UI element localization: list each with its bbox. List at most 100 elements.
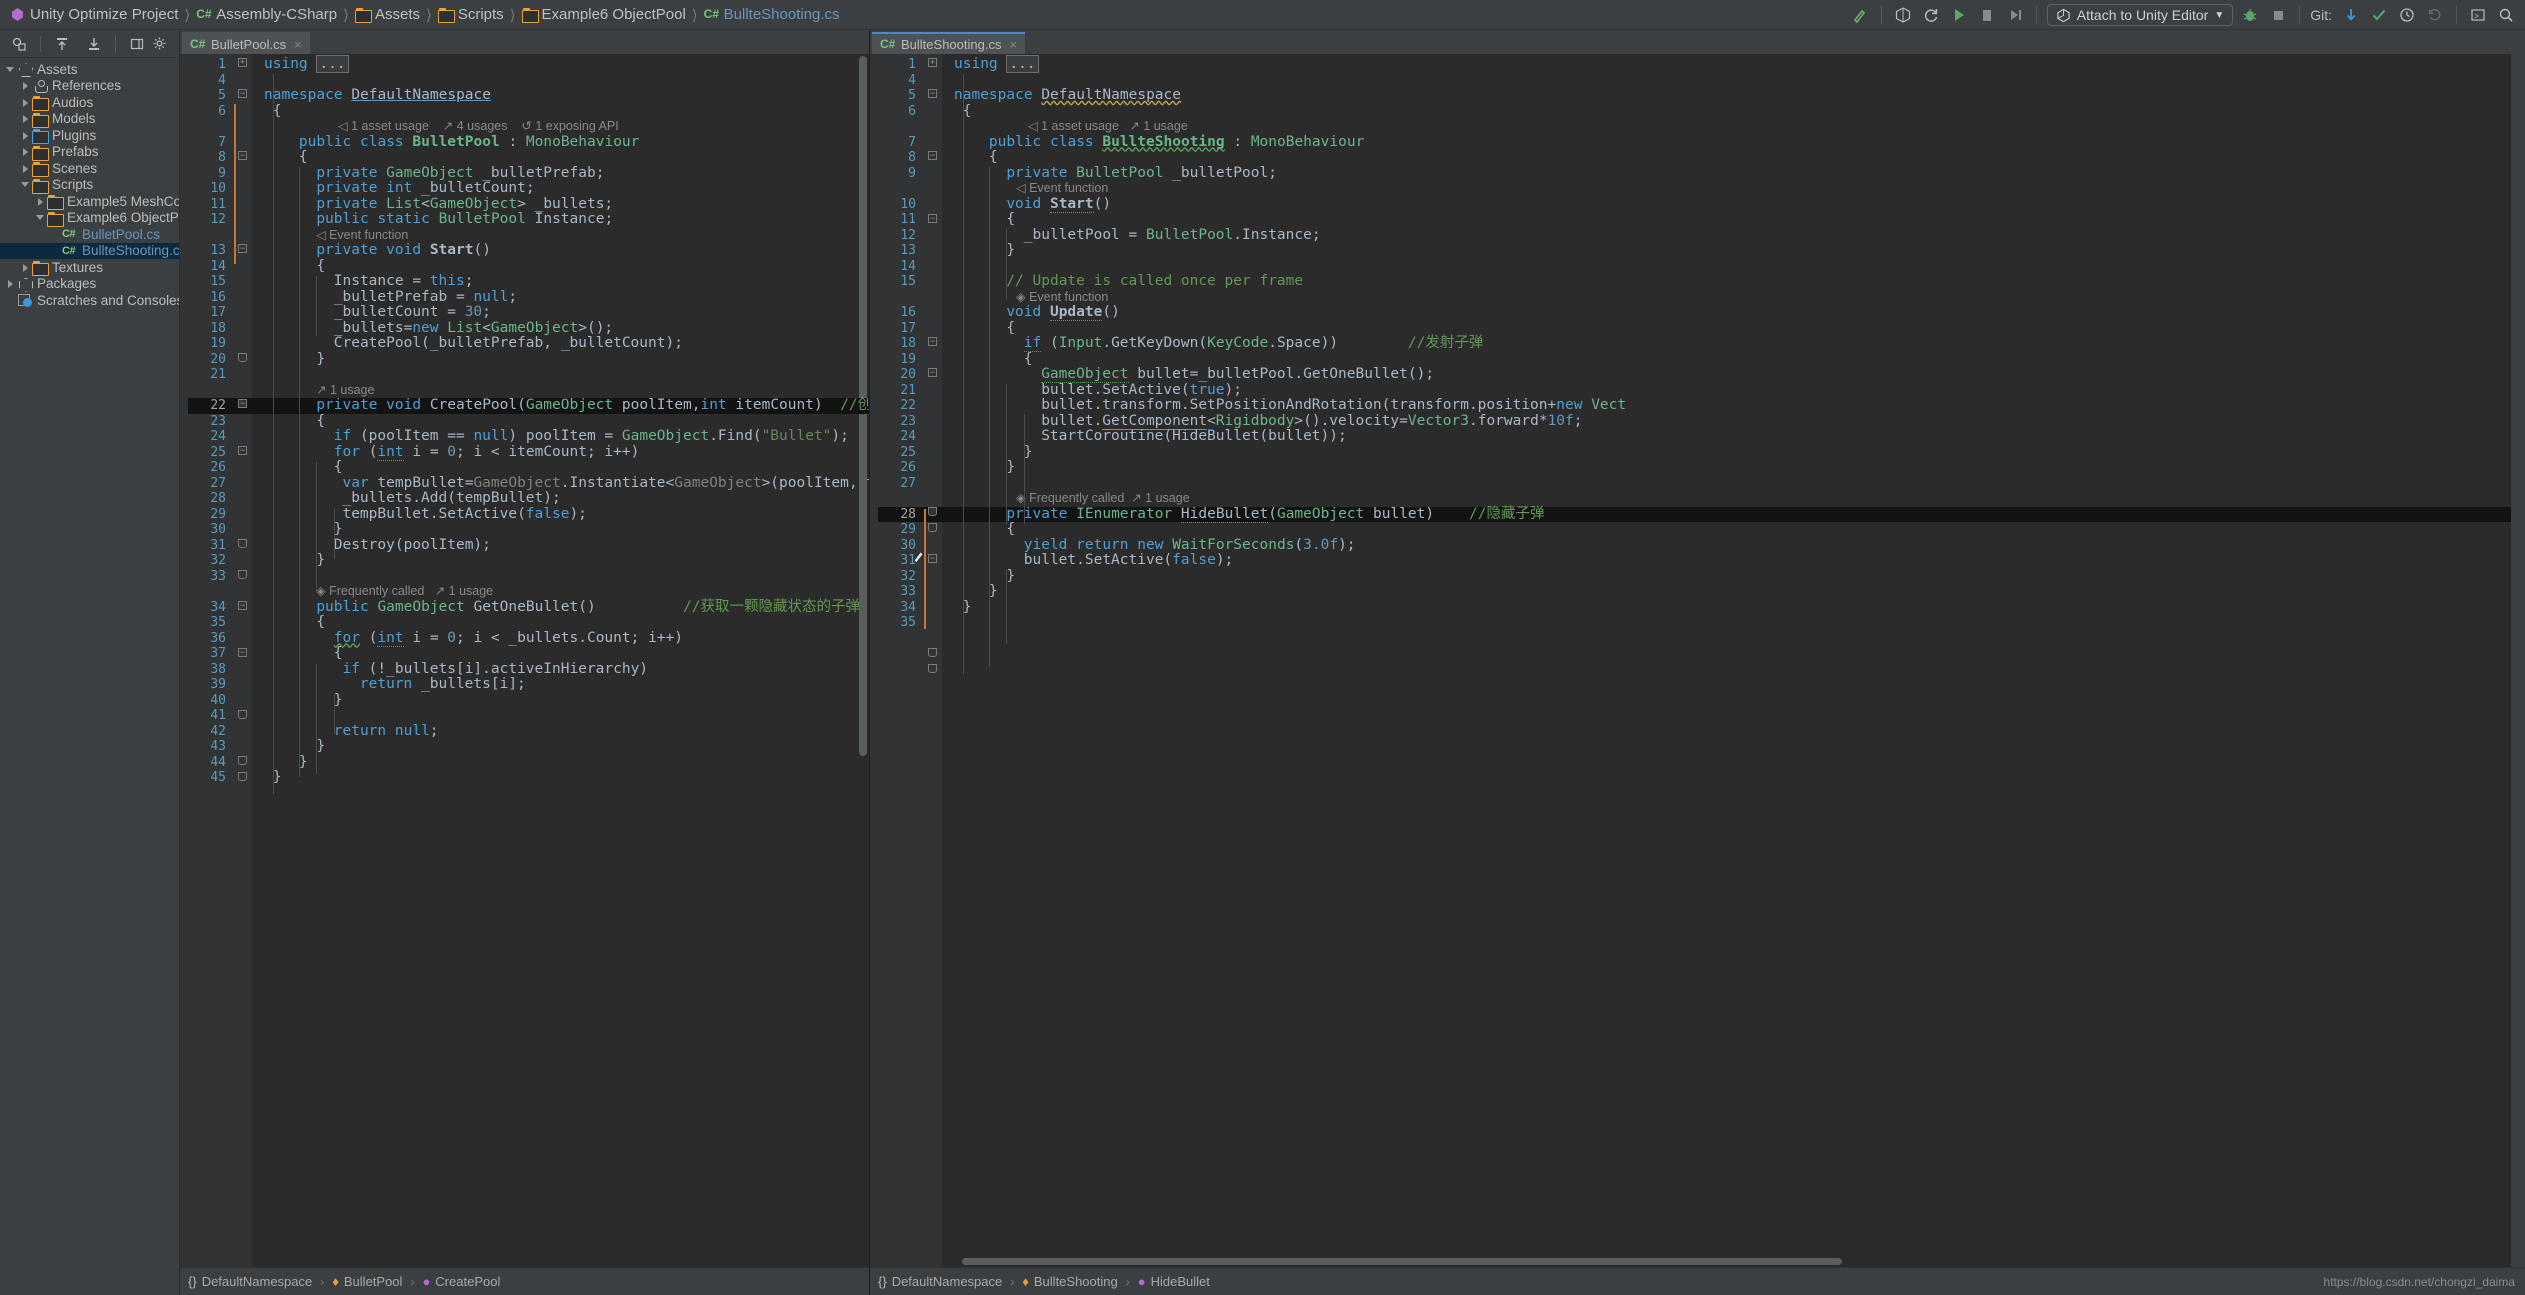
code-line[interactable]: bullet.SetActive(false); bbox=[1024, 552, 1234, 569]
line-number[interactable]: 39 bbox=[210, 677, 226, 693]
code-line[interactable]: yield return new WaitForSeconds(3.0f); bbox=[1024, 537, 1356, 554]
line-number[interactable]: 28 bbox=[210, 491, 226, 507]
tree-item-plugins[interactable]: Plugins bbox=[0, 127, 179, 145]
fold-expand-icon[interactable]: + bbox=[238, 58, 247, 67]
fold-collapse-icon[interactable] bbox=[928, 507, 937, 516]
step-over-icon[interactable] bbox=[2004, 4, 2026, 26]
code-line[interactable]: public class BulletPool : MonoBehaviour bbox=[299, 134, 640, 151]
line-number[interactable]: 8 bbox=[218, 150, 226, 166]
code-line[interactable]: bullet.GetComponent<Rigidbody>().velocit… bbox=[1041, 412, 1583, 430]
line-number[interactable]: 1 bbox=[218, 57, 226, 73]
code-line[interactable]: } bbox=[316, 351, 325, 368]
line-number[interactable]: 16 bbox=[900, 305, 916, 321]
fold-collapse-icon[interactable]: − bbox=[238, 399, 247, 408]
select-opened-file-icon[interactable] bbox=[8, 33, 30, 55]
line-number[interactable]: 18 bbox=[210, 321, 226, 337]
line-number[interactable]: 21 bbox=[210, 367, 226, 383]
line-number[interactable]: 10 bbox=[900, 197, 916, 213]
code-line[interactable]: using ... bbox=[954, 55, 1039, 73]
fold-collapse-icon[interactable] bbox=[928, 648, 937, 657]
debug-bug-icon[interactable] bbox=[2239, 4, 2261, 26]
line-number[interactable]: 10 bbox=[210, 181, 226, 197]
code-line[interactable]: { bbox=[316, 614, 325, 631]
fold-collapse-icon[interactable]: − bbox=[238, 601, 247, 610]
code-line[interactable]: private void CreatePool(GameObject poolI… bbox=[316, 397, 869, 414]
code-line[interactable]: _bulletPool = BulletPool.Instance; bbox=[1024, 227, 1321, 244]
code-line[interactable]: { bbox=[299, 149, 308, 166]
line-number[interactable]: 7 bbox=[908, 135, 916, 151]
chevron-right-icon[interactable] bbox=[4, 277, 17, 290]
git-rollback-icon[interactable] bbox=[2424, 4, 2446, 26]
line-number[interactable]: 26 bbox=[210, 460, 226, 476]
code-line[interactable]: } bbox=[1006, 568, 1015, 585]
line-number[interactable]: 17 bbox=[210, 305, 226, 321]
code-line[interactable]: void Update() bbox=[1006, 304, 1120, 321]
line-number[interactable]: 38 bbox=[210, 662, 226, 678]
terminal-icon[interactable] bbox=[2467, 4, 2489, 26]
breadcrumb-item-project[interactable]: Unity Optimize Project bbox=[6, 6, 182, 23]
build-hammer-icon[interactable] bbox=[1849, 4, 1871, 26]
line-number[interactable]: 6 bbox=[218, 104, 226, 120]
code-line[interactable]: { bbox=[316, 413, 325, 430]
code-line[interactable]: { bbox=[316, 258, 325, 275]
chevron-right-icon[interactable] bbox=[34, 195, 47, 208]
fold-gutter-right[interactable]: + − − − − − − bbox=[924, 54, 942, 1267]
code-line[interactable]: { bbox=[989, 149, 998, 166]
code-line[interactable]: } bbox=[989, 583, 998, 600]
code-line[interactable]: } bbox=[963, 599, 972, 616]
tab-bullteshooting-cs[interactable]: C# BullteShooting.cs × bbox=[872, 32, 1026, 54]
fold-collapse-icon[interactable]: − bbox=[928, 151, 937, 160]
fold-collapse-icon[interactable] bbox=[238, 539, 247, 548]
line-number[interactable]: 27 bbox=[210, 476, 226, 492]
breadcrumb-item-assets[interactable]: Assets bbox=[351, 6, 424, 23]
line-number[interactable]: 41 bbox=[210, 708, 226, 724]
code-line[interactable]: // Update is called once per frame bbox=[1006, 273, 1303, 290]
line-number[interactable]: 34 bbox=[210, 600, 226, 616]
collapse-all-icon[interactable] bbox=[83, 33, 105, 55]
fold-collapse-icon[interactable] bbox=[238, 756, 247, 765]
line-number[interactable]: 19 bbox=[210, 336, 226, 352]
fold-collapse-icon[interactable] bbox=[238, 570, 247, 579]
line-number[interactable]: 33 bbox=[900, 584, 916, 600]
gear-icon[interactable] bbox=[149, 33, 171, 55]
line-number[interactable]: 6 bbox=[908, 104, 916, 120]
line-number[interactable]: 43 bbox=[210, 739, 226, 755]
expand-all-icon[interactable] bbox=[51, 33, 73, 55]
vertical-scrollbar-left[interactable] bbox=[857, 54, 869, 1267]
line-number[interactable]: 16 bbox=[210, 290, 226, 306]
fold-collapse-icon[interactable] bbox=[928, 523, 937, 532]
code-line[interactable]: Instance = this; bbox=[334, 273, 474, 290]
code-line[interactable]: } bbox=[334, 521, 343, 538]
line-number[interactable]: 24 bbox=[210, 429, 226, 445]
code-editor-right[interactable]: 1 4 5 6 7 8 9 10 11 12 13 14 15 16 17 18 19 20 21 22 23 24 25 2… bbox=[870, 54, 2525, 1267]
line-number[interactable]: 15 bbox=[900, 274, 916, 290]
code-line[interactable]: tempBullet.SetActive(false); bbox=[342, 506, 586, 523]
code-line[interactable]: return _bullets[i]; bbox=[360, 676, 526, 693]
tree-item-example5-meshcombiner[interactable]: Example5 MeshCombiner bbox=[0, 193, 179, 211]
code-line[interactable]: CreatePool(_bulletPrefab, _bulletCount); bbox=[334, 335, 683, 352]
code-vision-hint[interactable]: ◁ Event function bbox=[316, 228, 408, 244]
code-line[interactable]: _bullets.Add(tempBullet); bbox=[342, 490, 560, 507]
unity-refresh-icon[interactable] bbox=[1892, 4, 1914, 26]
line-number[interactable]: 28 bbox=[900, 507, 916, 523]
git-history-icon[interactable] bbox=[2396, 4, 2418, 26]
code-line[interactable]: } bbox=[273, 769, 282, 786]
line-number[interactable]: 9 bbox=[218, 166, 226, 182]
code-line[interactable]: } bbox=[299, 754, 308, 771]
line-number[interactable]: 44 bbox=[210, 755, 226, 771]
breadcrumb-namespace[interactable]: DefaultNamespace bbox=[892, 1274, 1003, 1289]
code-line[interactable]: } bbox=[316, 552, 325, 569]
code-content-right[interactable]: using ... namespace DefaultNamespace{◁ 1 … bbox=[942, 54, 2525, 1267]
line-number[interactable]: 33 bbox=[210, 569, 226, 585]
code-line[interactable]: private BulletPool _bulletPool; bbox=[1006, 165, 1277, 182]
code-vision-hint[interactable]: ◈ Frequently called ↗ 1 usage bbox=[1016, 491, 1190, 507]
line-number[interactable]: 9 bbox=[908, 166, 916, 182]
line-number[interactable]: 17 bbox=[900, 321, 916, 337]
tree-item-bullteshooting-cs[interactable]: C# BullteShooting.cs bbox=[0, 242, 179, 259]
line-number[interactable]: 12 bbox=[210, 212, 226, 228]
code-line[interactable]: public GameObject GetOneBullet() //获取一颗隐… bbox=[316, 599, 860, 616]
breadcrumb-method[interactable]: HideBullet bbox=[1151, 1274, 1210, 1289]
line-number[interactable]: 35 bbox=[900, 615, 916, 631]
code-line[interactable]: { bbox=[1006, 521, 1015, 538]
code-line[interactable]: Destroy(poolItem); bbox=[334, 537, 491, 554]
